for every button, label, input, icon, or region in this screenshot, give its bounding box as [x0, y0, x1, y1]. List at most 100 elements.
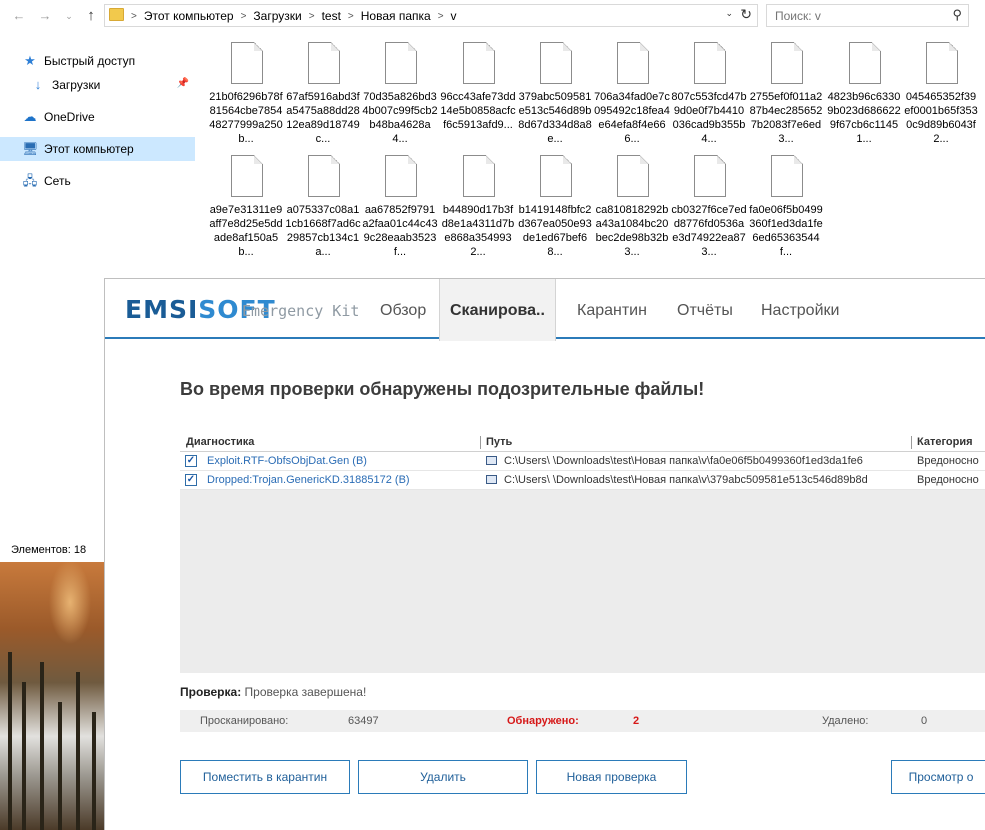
back-arrow-icon[interactable]: ← [10, 7, 28, 25]
file-item[interactable]: b1419148fbfc2d367ea050e93de1ed67bef68... [517, 153, 593, 265]
tab-reports[interactable]: Отчёты [667, 279, 743, 337]
file-name: 045465352f39ef0001b65f3530c9d89b6043f2..… [904, 91, 978, 145]
nav-item-label: OneDrive [44, 110, 95, 124]
file-type-icon [486, 475, 497, 484]
file-name: 807c553fcd47b9d0e0f7b4410036cad9b355b4..… [671, 91, 747, 145]
file-item[interactable]: 807c553fcd47b9d0e0f7b4410036cad9b355b4..… [671, 40, 747, 152]
product-name: Emergency Kit [242, 302, 360, 320]
file-name: b1419148fbfc2d367ea050e93de1ed67bef68... [518, 204, 592, 258]
file-icon [771, 42, 803, 84]
search-input[interactable] [775, 6, 935, 26]
tab-overview[interactable]: Обзор [370, 279, 436, 337]
chevron-right-icon: > [131, 10, 137, 22]
address-bar[interactable]: > Этот компьютер > Загрузки > test > Нов… [104, 4, 758, 27]
file-icon [540, 155, 572, 197]
file-item[interactable]: 96cc43afe73dd14e5b0858acfcf6c5913afd9... [440, 40, 516, 152]
breadcrumb-new-folder[interactable]: Новая папка [361, 9, 431, 23]
file-type-icon [486, 456, 497, 465]
file-name: a9e7e31311e9aff7e8d25e5ddade8af150a5b... [209, 204, 283, 258]
file-name: b44890d17b3fd8e1a4311d7be868a3549932... [441, 204, 515, 258]
tab-scan[interactable]: Сканирова.. [439, 279, 556, 341]
chevron-down-icon[interactable]: ⌄ [725, 8, 733, 19]
search-icon[interactable]: ⚲ [952, 7, 962, 23]
breadcrumb: > Этот компьютер > Загрузки > test > Нов… [129, 9, 457, 23]
file-item[interactable]: fa0e06f5b0499360f1ed3da1fe6ed65363544f..… [748, 153, 824, 265]
table-header: Диагностика Путь Категория [180, 433, 985, 452]
table-row[interactable]: ✓ Dropped:Trojan.GenericKD.31885172 (B) … [180, 471, 985, 490]
file-icon [771, 155, 803, 197]
file-item[interactable]: aa67852f9791a2faa01c44c439c28eaab3523f..… [362, 153, 438, 265]
recent-locations-chevron-icon[interactable]: ⌄ [60, 7, 78, 25]
file-item[interactable]: 379abc509581e513c546d89b8d67d334d8a8e... [517, 40, 593, 152]
row-checkbox[interactable]: ✓ [185, 455, 197, 467]
file-icon [540, 42, 572, 84]
file-icon [308, 155, 340, 197]
file-icon [385, 155, 417, 197]
nav-item-this-pc[interactable]: 🖥 Этот компьютер [0, 137, 195, 161]
file-item[interactable]: 4823b96c63309b023d6866229f67cb6c11451... [826, 40, 902, 152]
column-divider[interactable] [480, 436, 481, 449]
nav-item-label: Загрузки [52, 78, 101, 92]
download-arrow-icon: ↓ [34, 77, 42, 92]
removed-value: 0 [921, 715, 928, 727]
file-icon [308, 42, 340, 84]
file-item[interactable]: b44890d17b3fd8e1a4311d7be868a3549932... [440, 153, 516, 265]
nav-item-onedrive[interactable]: ☁ OneDrive [0, 105, 195, 129]
diagnostic-name[interactable]: Dropped:Trojan.GenericKD.31885172 (B) [207, 474, 410, 486]
tab-settings[interactable]: Настройки [751, 279, 849, 337]
column-header-diagnostics[interactable]: Диагностика [186, 436, 254, 448]
column-header-category[interactable]: Категория [917, 436, 973, 448]
file-item[interactable]: 706a34fad0e7c095492c18fea4e64efa8f4e666.… [594, 40, 670, 152]
file-item[interactable]: a075337c08a11cb1668f7ad6c29857cb134c1a..… [285, 153, 361, 265]
file-item[interactable]: cb0327f6ce7edd8776fd0536ae3d74922ea873..… [671, 153, 747, 265]
address-bar-row: ← → ⌄ ↑ > Этот компьютер > Загрузки > te… [0, 0, 985, 32]
nav-item-downloads[interactable]: ↓ Загрузки 📌 [0, 73, 195, 97]
file-item[interactable]: 045465352f39ef0001b65f3530c9d89b6043f2..… [903, 40, 979, 152]
forward-arrow-icon[interactable]: → [36, 7, 54, 25]
breadcrumb-v[interactable]: v [451, 9, 457, 23]
cloud-icon: ☁ [23, 109, 37, 124]
file-item[interactable]: 21b0f6296b78f81564cbe785448277999a250b..… [208, 40, 284, 152]
file-path: C:\Users\ \Downloads\test\Новая папка\v\… [504, 455, 863, 467]
column-divider[interactable] [911, 436, 912, 449]
quarantine-button[interactable]: Поместить в карантин [180, 760, 350, 794]
desktop-wallpaper [0, 562, 104, 830]
item-count: Элементов: 18 [11, 544, 87, 556]
nav-item-quick-access[interactable]: ★ Быстрый доступ [0, 49, 195, 73]
refresh-icon[interactable]: ↻ [740, 6, 752, 23]
pin-icon[interactable]: 📌 [177, 78, 189, 89]
column-header-path[interactable]: Путь [486, 436, 512, 448]
chevron-right-icon: > [347, 10, 354, 22]
breadcrumb-test[interactable]: test [322, 9, 341, 23]
view-button[interactable]: Просмотр о [891, 760, 985, 794]
file-item[interactable]: 70d35a826bd34b007c99f5cb2b48ba4628a4... [362, 40, 438, 152]
file-item[interactable]: a9e7e31311e9aff7e8d25e5ddade8af150a5b... [208, 153, 284, 265]
file-icon [694, 155, 726, 197]
category: Вредоносно [917, 455, 979, 467]
file-item[interactable]: 67af5916abd3fa5475a88dd2812ea89d18749c..… [285, 40, 361, 152]
search-box: ⚲ [766, 4, 969, 27]
file-icon [694, 42, 726, 84]
file-icon [849, 42, 881, 84]
table-row[interactable]: ✓ Exploit.RTF-ObfsObjDat.Gen (B) C:\User… [180, 452, 985, 471]
nav-item-label: Этот компьютер [44, 142, 134, 156]
file-name: a075337c08a11cb1668f7ad6c29857cb134c1a..… [285, 204, 361, 258]
diagnostic-name[interactable]: Exploit.RTF-ObfsObjDat.Gen (B) [207, 455, 367, 467]
breadcrumb-this-pc[interactable]: Этот компьютер [144, 9, 234, 23]
file-icon [231, 155, 263, 197]
delete-button[interactable]: Удалить [358, 760, 528, 794]
nav-item-label: Быстрый доступ [44, 54, 136, 68]
nav-item-network[interactable]: 🖧 Сеть [0, 169, 195, 193]
file-name: 96cc43afe73dd14e5b0858acfcf6c5913afd9... [440, 91, 516, 131]
tab-quarantine[interactable]: Карантин [567, 279, 657, 337]
file-item[interactable]: 2755ef0f011a287b4ec2856527b2083f7e6ed3..… [748, 40, 824, 152]
removed-label: Удалено: [822, 715, 869, 727]
up-arrow-icon[interactable]: ↑ [82, 7, 100, 25]
file-item[interactable]: ca810818292ba43a1084bc20bec2de98b32b3... [594, 153, 670, 265]
row-checkbox[interactable]: ✓ [185, 474, 197, 486]
network-icon: 🖧 [22, 173, 38, 188]
new-scan-button[interactable]: Новая проверка [536, 760, 687, 794]
file-name: 67af5916abd3fa5475a88dd2812ea89d18749c..… [286, 91, 360, 145]
breadcrumb-downloads[interactable]: Загрузки [253, 9, 301, 23]
scan-status: Проверка: Проверка завершена! [180, 685, 366, 699]
